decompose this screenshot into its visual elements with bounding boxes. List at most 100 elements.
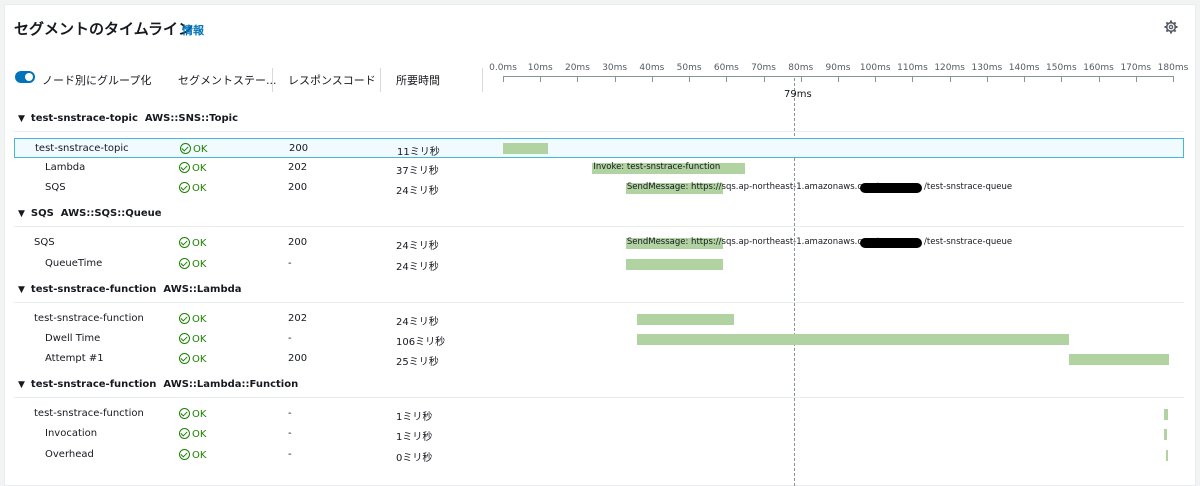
axis-tick xyxy=(1098,76,1100,82)
timeline-bar[interactable] xyxy=(503,143,548,154)
segment-row[interactable]: Invocation OK - 1ミリ秒 xyxy=(14,424,1184,444)
timeline-bar[interactable] xyxy=(637,334,1069,345)
timeline-bar-label: SendMessage: https://sqs.ap-northeast-1.… xyxy=(626,182,879,192)
check-circle-icon xyxy=(179,428,190,439)
duration: 1ミリ秒 xyxy=(396,412,433,423)
check-circle-icon xyxy=(179,258,190,269)
check-circle-icon xyxy=(179,353,190,364)
column-divider xyxy=(380,68,381,92)
gear-icon[interactable] xyxy=(1164,20,1178,34)
status-badge: OK xyxy=(179,333,206,345)
cursor-marker-label: 79ms xyxy=(784,89,812,100)
axis-tick xyxy=(875,76,877,82)
axis-tick-label: 20ms xyxy=(564,63,590,73)
caret-down-icon[interactable]: ▼ xyxy=(18,209,25,219)
group-header[interactable]: ▼ SQS AWS::SQS::Queue xyxy=(18,208,162,219)
axis-tick xyxy=(1061,76,1063,82)
duration: 24ミリ秒 xyxy=(396,186,439,197)
segment-name: test-snstrace-function xyxy=(34,313,144,324)
response-code: 202 xyxy=(288,313,308,324)
response-code: 200 xyxy=(288,237,308,248)
axis-tick-label: 100ms xyxy=(859,63,891,73)
axis-tick-label: 140ms xyxy=(1008,63,1040,73)
axis-tick xyxy=(577,76,579,82)
timeline-bar-label: SendMessage: https://sqs.ap-northeast-1.… xyxy=(626,237,879,247)
axis-tick xyxy=(800,76,802,82)
timeline-bar-label: Invoke: test-snstrace-function xyxy=(593,162,721,172)
group-header[interactable]: ▼ test-snstrace-function AWS::Lambda::Fun… xyxy=(18,379,298,390)
status-badge: OK xyxy=(179,313,206,325)
duration: 24ミリ秒 xyxy=(396,262,439,273)
caret-down-icon[interactable]: ▼ xyxy=(18,114,25,124)
segment-name: test-snstrace-function xyxy=(34,408,144,419)
response-code: 200 xyxy=(289,143,309,154)
redaction-mark xyxy=(860,183,922,193)
axis-tick-label: 40ms xyxy=(639,63,665,73)
segment-name: Lambda xyxy=(45,162,86,173)
segment-row[interactable]: QueueTime OK - 24ミリ秒 xyxy=(14,254,1184,274)
status-badge: OK xyxy=(179,237,206,249)
group-header[interactable]: ▼ test-snstrace-topic AWS::SNS::Topic xyxy=(18,113,238,124)
column-header-duration[interactable]: 所要時間 xyxy=(396,72,440,88)
segment-name: Overhead xyxy=(45,449,94,460)
timeline-bar[interactable] xyxy=(637,314,734,325)
axis-tick-label: 90ms xyxy=(825,63,851,73)
segment-name: Dwell Time xyxy=(45,333,101,344)
duration: 11ミリ秒 xyxy=(397,147,440,158)
timeline-bar-label-suffix: /test-snstrace-queue xyxy=(924,237,1013,247)
axis-tick-label: 160ms xyxy=(1083,63,1114,73)
group-header[interactable]: ▼ test-snstrace-function AWS::Lambda xyxy=(18,284,242,295)
column-header-status[interactable]: セグメントステー... xyxy=(178,72,277,88)
axis-tick xyxy=(503,76,504,82)
group-name: SQS xyxy=(30,208,54,219)
info-link[interactable]: 情報 xyxy=(182,22,204,38)
response-code: - xyxy=(288,408,292,419)
axis-tick-label: 0.0ms xyxy=(489,63,517,73)
status-badge: OK xyxy=(179,428,206,440)
segment-row[interactable]: test-snstrace-function OK - 1ミリ秒 xyxy=(14,404,1184,424)
segment-name: SQS xyxy=(34,237,55,248)
check-circle-icon xyxy=(179,333,190,344)
segment-row[interactable]: Attempt #1 OK 200 25ミリ秒 xyxy=(14,349,1184,369)
timeline-bar[interactable] xyxy=(1164,409,1168,420)
segment-name: Invocation xyxy=(45,428,98,439)
check-circle-icon xyxy=(179,449,190,460)
group-type: AWS::SQS::Queue xyxy=(60,208,162,219)
response-code: 202 xyxy=(288,162,308,173)
segment-name: test-snstrace-topic xyxy=(35,143,129,154)
segment-row[interactable]: test-snstrace-function OK 202 24ミリ秒 xyxy=(14,309,1184,329)
axis-tick-label: 80ms xyxy=(788,63,814,73)
caret-down-icon[interactable]: ▼ xyxy=(18,285,25,295)
group-by-node-toggle[interactable] xyxy=(15,71,35,83)
timeline-bar[interactable] xyxy=(1068,354,1170,365)
segment-row[interactable]: test-snstrace-topic OK 200 11ミリ秒 xyxy=(14,138,1184,158)
caret-down-icon[interactable]: ▼ xyxy=(18,380,25,390)
duration: 106ミリ秒 xyxy=(396,337,446,348)
status-badge: OK xyxy=(179,182,206,194)
axis-tick-label: 30ms xyxy=(602,63,628,73)
group-type: AWS::Lambda xyxy=(163,284,242,295)
axis-tick xyxy=(651,76,653,82)
status-text: OK xyxy=(192,238,207,249)
status-badge: OK xyxy=(179,449,206,461)
timeline-bar[interactable] xyxy=(1166,450,1169,461)
status-text: OK xyxy=(192,409,207,420)
axis-tick xyxy=(949,76,951,82)
group-type: AWS::SNS::Topic xyxy=(144,113,239,124)
response-code: - xyxy=(288,449,292,460)
status-badge: OK xyxy=(179,353,206,365)
response-code: - xyxy=(288,333,292,344)
status-badge: OK xyxy=(180,143,207,155)
axis-tick xyxy=(986,76,988,82)
group-name: test-snstrace-function xyxy=(30,284,157,295)
timeline-bar[interactable] xyxy=(1164,429,1168,440)
status-text: OK xyxy=(192,314,207,325)
duration: 37ミリ秒 xyxy=(396,166,439,177)
timeline-bar[interactable] xyxy=(625,259,723,270)
axis-tick xyxy=(1135,76,1137,82)
duration: 24ミリ秒 xyxy=(396,317,439,328)
column-header-response-code[interactable]: レスポンスコード xyxy=(288,72,376,88)
segment-row[interactable]: Overhead OK - 0ミリ秒 xyxy=(14,445,1184,465)
axis-tick xyxy=(689,76,691,82)
response-code: 200 xyxy=(288,353,308,364)
